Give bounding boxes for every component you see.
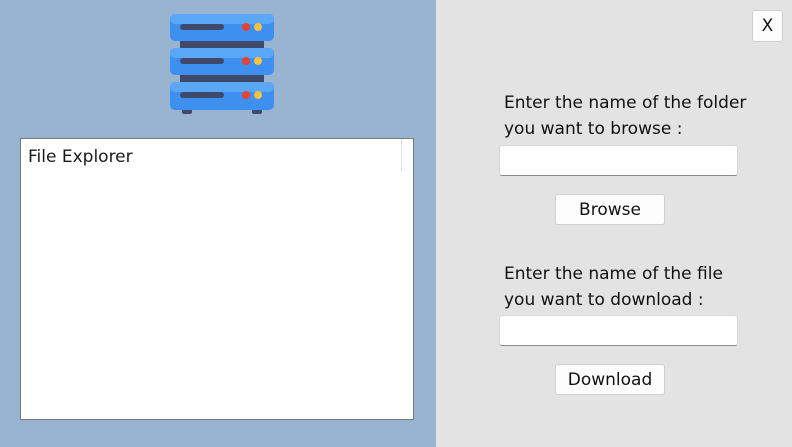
file-explorer-column-header[interactable]: File Explorer (21, 139, 402, 171)
close-button[interactable]: X (752, 10, 783, 42)
folder-prompt: Enter the name of the folder you want to… (504, 90, 746, 142)
app-window: File Explorer X Enter the name of the fo… (0, 0, 792, 447)
folder-name-input[interactable] (499, 145, 738, 176)
left-panel: File Explorer (0, 0, 436, 447)
file-prompt-line1: Enter the name of the file (504, 264, 723, 284)
file-name-input[interactable] (499, 315, 738, 346)
server-stack-icon (170, 14, 274, 114)
file-explorer-list[interactable]: File Explorer (20, 138, 414, 420)
download-button[interactable]: Download (555, 364, 665, 395)
folder-prompt-line2: you want to browse : (504, 119, 683, 139)
browse-button[interactable]: Browse (555, 194, 665, 225)
file-prompt: Enter the name of the file you want to d… (504, 261, 723, 313)
file-prompt-line2: you want to download : (504, 290, 704, 310)
folder-prompt-line1: Enter the name of the folder (504, 93, 747, 113)
file-explorer-header-label: File Explorer (28, 147, 133, 167)
